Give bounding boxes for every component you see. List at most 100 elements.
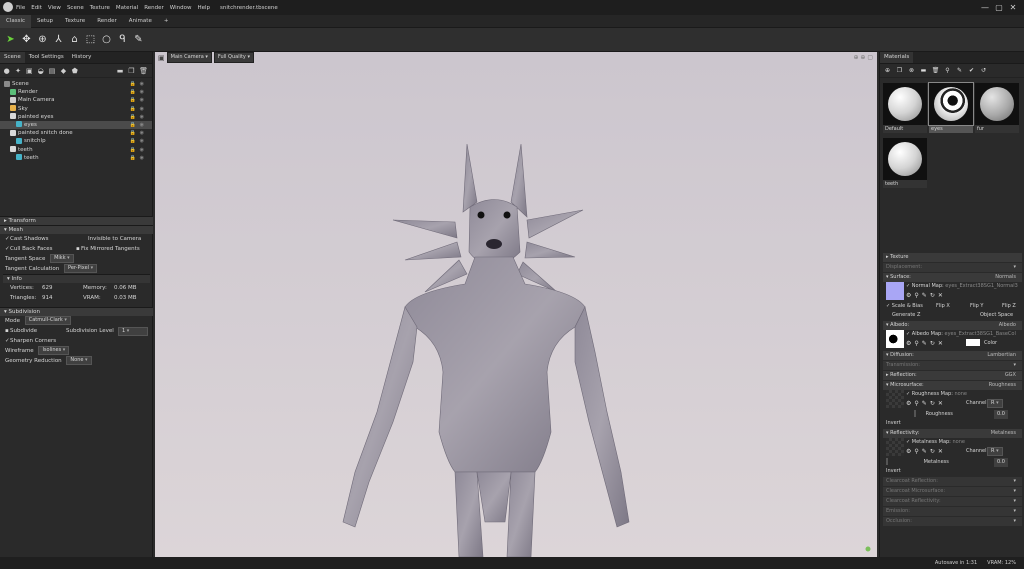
clearcoat-reflectivity-section[interactable]: Clearcoat Reflectivity: ▾ — [883, 497, 1022, 506]
pivot-tool-icon[interactable]: ⌂ — [68, 33, 81, 46]
transform-section[interactable]: ▸ Transform — [0, 216, 153, 225]
material-folder-icon[interactable]: ▬ — [919, 66, 928, 75]
delete-icon[interactable]: 🗑 — [139, 66, 148, 75]
scene-tree-item[interactable]: painted eyes 🔒 ◉ — [0, 113, 152, 121]
lock-icon[interactable]: 🔒 — [130, 146, 136, 154]
merge-material-icon[interactable]: ⊗ — [907, 66, 916, 75]
material-fur[interactable]: fur — [975, 83, 1019, 133]
gear-icon[interactable]: ⚙ — [906, 340, 911, 347]
close-icon[interactable]: ✕ — [938, 400, 943, 407]
close-icon[interactable]: ✕ — [938, 292, 943, 299]
duplicate-icon[interactable]: ❐ — [128, 66, 135, 75]
search-icon[interactable]: ⚲ — [914, 448, 918, 455]
diffusion-section[interactable]: ▾ Diffusion: Lambertian — [883, 351, 1022, 360]
tab-classic[interactable]: Classic — [0, 14, 32, 28]
search-icon[interactable]: ⚲ — [914, 400, 918, 407]
displacement-section[interactable]: Displacement: ▾ — [883, 263, 1022, 272]
metalness-channel-select[interactable]: R — [987, 447, 1003, 456]
scale-bias-checkbox[interactable]: ✓ Scale & Bias — [886, 303, 923, 309]
lock-icon[interactable]: 🔒 — [130, 137, 136, 145]
minimize-button[interactable]: — — [978, 3, 992, 12]
normal-map-thumbnail[interactable] — [886, 282, 904, 300]
brush-icon[interactable]: ✎ — [922, 448, 927, 455]
add-group-icon[interactable]: ▤ — [48, 66, 56, 75]
surface-section[interactable]: ▾ Surface: Normals — [883, 273, 1022, 282]
visibility-eye-icon[interactable]: ◉ — [140, 96, 144, 104]
generate-z-checkbox[interactable]: Generate Z — [892, 312, 920, 318]
scene-tree-item[interactable]: Sky 🔒 ◉ — [0, 105, 152, 113]
metalness-map-thumbnail[interactable] — [886, 438, 904, 456]
mesh-section[interactable]: ▾ Mesh — [0, 225, 153, 234]
box-select-icon[interactable]: ⬚ — [84, 33, 97, 46]
lock-icon[interactable]: 🔒 — [130, 129, 136, 137]
roughness-map-thumbnail[interactable] — [886, 390, 904, 408]
albedo-color-swatch[interactable] — [966, 339, 980, 346]
invisible-to-camera-checkbox[interactable]: Invisible to Camera — [83, 234, 141, 244]
gear-icon[interactable]: ⚙ — [906, 448, 911, 455]
paint-material-icon[interactable]: ⚲ — [943, 66, 952, 75]
scene-tree-item[interactable]: Render 🔒 ◉ — [0, 88, 152, 96]
info-section[interactable]: ▾ Info — [3, 274, 150, 283]
folder-icon[interactable]: ▬ — [116, 66, 124, 75]
brush-icon[interactable]: ✎ — [922, 400, 927, 407]
flip-x-checkbox[interactable]: Flip X — [936, 302, 950, 311]
visibility-eye-icon[interactable]: ◉ — [140, 121, 144, 129]
tab-animate[interactable]: Animate — [123, 15, 158, 28]
scene-tree-item[interactable]: painted snitch done 🔒 ◉ — [0, 129, 152, 137]
material-default[interactable]: Default — [883, 83, 927, 133]
emission-section[interactable]: Emission: ▾ — [883, 507, 1022, 516]
tab-scene[interactable]: Scene — [0, 52, 25, 63]
menu-texture[interactable]: Texture — [90, 5, 110, 11]
material-teeth[interactable]: teeth — [883, 138, 927, 188]
tab-render[interactable]: Render — [91, 15, 123, 28]
circle-select-icon[interactable]: ○ — [100, 33, 113, 46]
refresh-icon[interactable]: ↻ — [930, 340, 935, 347]
menu-render[interactable]: Render — [144, 5, 164, 11]
new-material-icon[interactable]: ⊕ — [883, 66, 892, 75]
duplicate-material-icon[interactable]: ❐ — [895, 66, 904, 75]
tab-materials[interactable]: Materials — [880, 52, 914, 63]
add-mesh-icon[interactable]: ⬟ — [71, 66, 78, 75]
gear-icon[interactable]: ⚙ — [906, 400, 911, 407]
microsurface-section[interactable]: ▾ Microsurface: Roughness — [883, 381, 1022, 390]
scale-tool-icon[interactable]: ⅄ — [52, 33, 65, 46]
scene-tree-item[interactable]: Main Camera 🔒 ◉ — [0, 96, 152, 104]
fix-mirrored-tangents-checkbox[interactable]: ▪Fix Mirrored Tangents — [76, 244, 140, 254]
visibility-eye-icon[interactable]: ◉ — [140, 154, 144, 162]
clearcoat-reflection-section[interactable]: Clearcoat Reflection: ▾ — [883, 477, 1022, 486]
visibility-eye-icon[interactable]: ◉ — [140, 137, 144, 145]
metalness-slider[interactable] — [886, 458, 888, 465]
lock-icon[interactable]: 🔒 — [130, 88, 136, 96]
add-sky-icon[interactable]: ◒ — [37, 66, 44, 75]
albedo-section[interactable]: ▾ Albedo: Albedo — [883, 321, 1022, 330]
menu-scene[interactable]: Scene — [67, 5, 84, 11]
material-eyes[interactable]: eyes — [928, 82, 974, 133]
lock-icon[interactable]: 🔒 — [130, 96, 136, 104]
clearcoat-microsurface-section[interactable]: Clearcoat Microsurface: ▾ — [883, 487, 1022, 496]
metalness-value[interactable]: 0.0 — [994, 458, 1008, 467]
tab-tool-settings[interactable]: Tool Settings — [25, 52, 68, 63]
flip-z-checkbox[interactable]: Flip Z — [1002, 302, 1016, 311]
wireframe-select[interactable]: Isolines — [38, 346, 70, 355]
visibility-eye-icon[interactable]: ◉ — [140, 88, 144, 96]
material-check-icon[interactable]: ✔ — [967, 66, 976, 75]
visibility-eye-icon[interactable]: ◉ — [140, 146, 144, 154]
add-tab-button[interactable]: + — [158, 15, 175, 28]
tangent-space-select[interactable]: Mikk — [50, 254, 74, 263]
menu-help[interactable]: Help — [197, 5, 210, 11]
refresh-icon[interactable]: ↻ — [930, 292, 935, 299]
transmission-section[interactable]: Transmission: ▾ — [883, 361, 1022, 370]
tab-texture[interactable]: Texture — [59, 15, 91, 28]
maximize-button[interactable]: ▢ — [992, 3, 1006, 12]
subdivision-section[interactable]: ▾ Subdivision — [0, 307, 153, 316]
add-light-icon[interactable]: ✦ — [14, 66, 21, 75]
visibility-eye-icon[interactable]: ◉ — [140, 80, 144, 88]
rotate-tool-icon[interactable]: ⊕ — [36, 33, 49, 46]
scene-tree-item[interactable]: teeth 🔒 ◉ — [0, 146, 152, 154]
close-button[interactable]: ✕ — [1006, 3, 1020, 12]
gear-icon[interactable]: ⚙ — [906, 292, 911, 299]
add-camera-icon[interactable]: ▣ — [26, 66, 33, 75]
3d-viewport[interactable]: ▣ Main Camera Full Quality ⊕ ⊕ ▢ — [155, 52, 877, 557]
lock-icon[interactable]: 🔒 — [130, 154, 136, 162]
select-tool-icon[interactable]: ➤ — [4, 33, 17, 46]
